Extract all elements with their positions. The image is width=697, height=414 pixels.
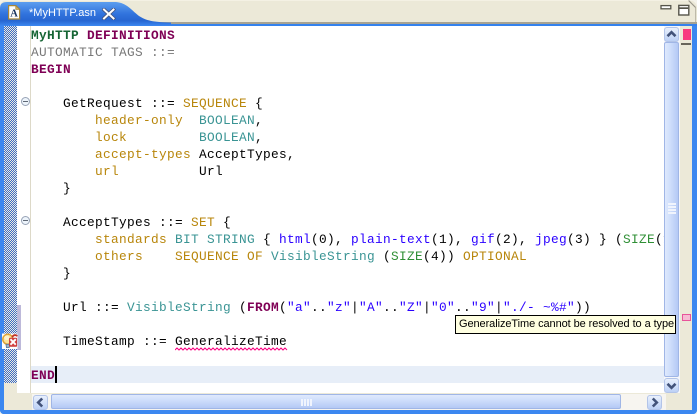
- svg-text:A: A: [10, 9, 18, 20]
